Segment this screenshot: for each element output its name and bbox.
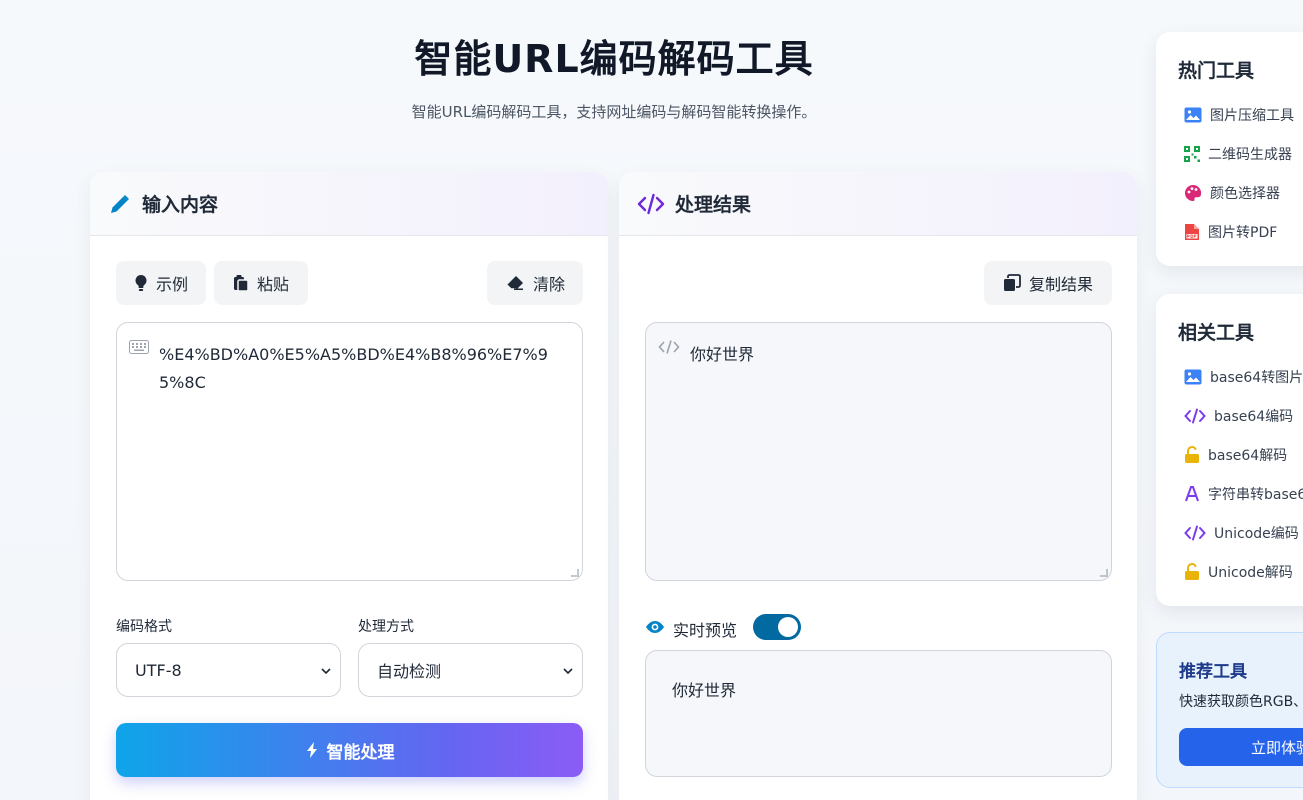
- preview-box: 你好世界: [645, 650, 1112, 777]
- toggle-knob: [778, 617, 798, 637]
- encoding-label: 编码格式: [116, 619, 172, 635]
- paste-label: 粘贴: [256, 277, 289, 294]
- unlock-icon: [1184, 563, 1200, 581]
- clear-label: 清除: [532, 277, 565, 294]
- hot-tool-label: 图片转PDF: [1208, 225, 1278, 241]
- mode-label: 处理方式: [358, 619, 414, 635]
- hot-tool-label: 二维码生成器: [1208, 147, 1292, 163]
- recommend-description: 快速获取颜色RGB、HEX值: [1179, 694, 1303, 710]
- related-tool-label: 字符串转base64: [1208, 487, 1303, 503]
- input-text: %E4%BD%A0%E5%A5%BD%E4%B8%96%E7%95%8C: [159, 345, 548, 392]
- copy-result-button[interactable]: 复制结果: [984, 261, 1112, 305]
- recommend-title: 推荐工具: [1179, 662, 1247, 682]
- page-subtitle: 智能URL编码解码工具，支持网址编码与解码智能转换操作。: [411, 103, 817, 121]
- page-title: 智能URL编码解码工具: [414, 37, 814, 81]
- eraser-icon: [505, 275, 525, 291]
- preview-text: 你好世界: [672, 681, 737, 700]
- example-label: 示例: [155, 277, 188, 294]
- mode-select[interactable]: 自动检测: [358, 643, 583, 697]
- chevron-down-icon: [562, 662, 574, 681]
- process-label: 智能处理: [326, 742, 395, 762]
- encoding-value: UTF-8: [135, 660, 182, 680]
- encoding-select[interactable]: UTF-8: [116, 643, 341, 697]
- hot-tool-qrcode[interactable]: 二维码生成器: [1184, 144, 1292, 164]
- lightbulb-icon: [134, 274, 148, 292]
- related-tool-unicode-encode[interactable]: Unicode编码: [1184, 523, 1299, 543]
- related-tool-base64-decode[interactable]: base64解码: [1184, 445, 1287, 465]
- bolt-icon: [305, 741, 319, 759]
- preview-toggle[interactable]: [753, 614, 801, 640]
- resize-handle[interactable]: [1100, 569, 1108, 577]
- related-tool-base64-encode[interactable]: base64编码: [1184, 406, 1293, 426]
- example-button[interactable]: 示例: [116, 261, 206, 305]
- related-tool-label: base64转图片: [1210, 370, 1303, 386]
- page-header: 智能URL编码解码工具 智能URL编码解码工具，支持网址编码与解码智能转换操作。: [0, 28, 1228, 122]
- output-text: 你好世界: [690, 345, 755, 364]
- eye-icon: [645, 618, 665, 636]
- hot-tool-label: 图片压缩工具: [1210, 108, 1294, 124]
- keyboard-icon: [129, 339, 149, 358]
- hot-tool-color-picker[interactable]: 颜色选择器: [1184, 183, 1280, 203]
- resize-handle[interactable]: [571, 569, 579, 577]
- paste-button[interactable]: 粘贴: [214, 261, 308, 305]
- input-panel-title: 输入内容: [142, 194, 219, 216]
- copy-result-label: 复制结果: [1028, 277, 1093, 294]
- pencil-icon: [108, 192, 132, 216]
- related-tools-card: 相关工具 base64转图片 base64编码 base64解码 字符串转bas…: [1156, 294, 1303, 606]
- related-tool-unicode-decode[interactable]: Unicode解码: [1184, 562, 1293, 582]
- recommend-card: 推荐工具 快速获取颜色RGB、HEX值 立即体验: [1156, 632, 1303, 788]
- input-panel: 输入内容 示例 粘贴 清除 %E4%BD%A0%E5%A5%BD%E4%B8%9…: [90, 172, 608, 800]
- output-textarea[interactable]: 你好世界: [645, 322, 1112, 581]
- preview-label: 实时预览: [673, 621, 738, 640]
- hot-tool-image-to-pdf[interactable]: 图片转PDF: [1184, 222, 1277, 242]
- pdf-icon: [1184, 223, 1200, 241]
- input-panel-header: 输入内容: [90, 172, 608, 236]
- related-tool-label: base64解码: [1208, 448, 1288, 464]
- copy-icon: [1003, 274, 1021, 292]
- result-panel-title: 处理结果: [675, 194, 752, 216]
- code-icon: [658, 339, 680, 359]
- code-icon: [1184, 525, 1206, 541]
- result-panel: 处理结果 复制结果 你好世界 实时预览 你好世界: [619, 172, 1137, 800]
- related-tool-label: Unicode解码: [1208, 565, 1293, 581]
- related-tool-label: Unicode编码: [1214, 526, 1299, 542]
- try-now-button[interactable]: 立即体验: [1179, 728, 1303, 766]
- image-icon: [1184, 107, 1202, 123]
- qrcode-icon: [1184, 146, 1200, 162]
- chevron-down-icon: [320, 662, 332, 681]
- font-icon: [1184, 486, 1200, 502]
- related-tools-title: 相关工具: [1178, 322, 1255, 344]
- result-panel-header: 处理结果: [619, 172, 1137, 236]
- related-tool-base64-to-image[interactable]: base64转图片: [1184, 367, 1303, 387]
- code-icon: [637, 193, 665, 215]
- related-tool-label: base64编码: [1214, 409, 1294, 425]
- clipboard-icon: [233, 274, 249, 292]
- palette-icon: [1184, 184, 1202, 202]
- process-button[interactable]: 智能处理: [116, 723, 583, 777]
- related-tool-string-to-base64[interactable]: 字符串转base64: [1184, 484, 1303, 504]
- hot-tools-card: 热门工具 图片压缩工具 二维码生成器 颜色选择器 图片转PDF: [1156, 32, 1303, 266]
- mode-value: 自动检测: [377, 662, 442, 681]
- hot-tool-label: 颜色选择器: [1210, 186, 1280, 202]
- input-textarea[interactable]: %E4%BD%A0%E5%A5%BD%E4%B8%96%E7%95%8C: [116, 322, 583, 581]
- hot-tools-title: 热门工具: [1178, 60, 1255, 82]
- clear-button[interactable]: 清除: [487, 261, 583, 305]
- hot-tool-image-compress[interactable]: 图片压缩工具: [1184, 105, 1294, 125]
- unlock-icon: [1184, 446, 1200, 464]
- code-icon: [1184, 408, 1206, 424]
- image-icon: [1184, 369, 1202, 385]
